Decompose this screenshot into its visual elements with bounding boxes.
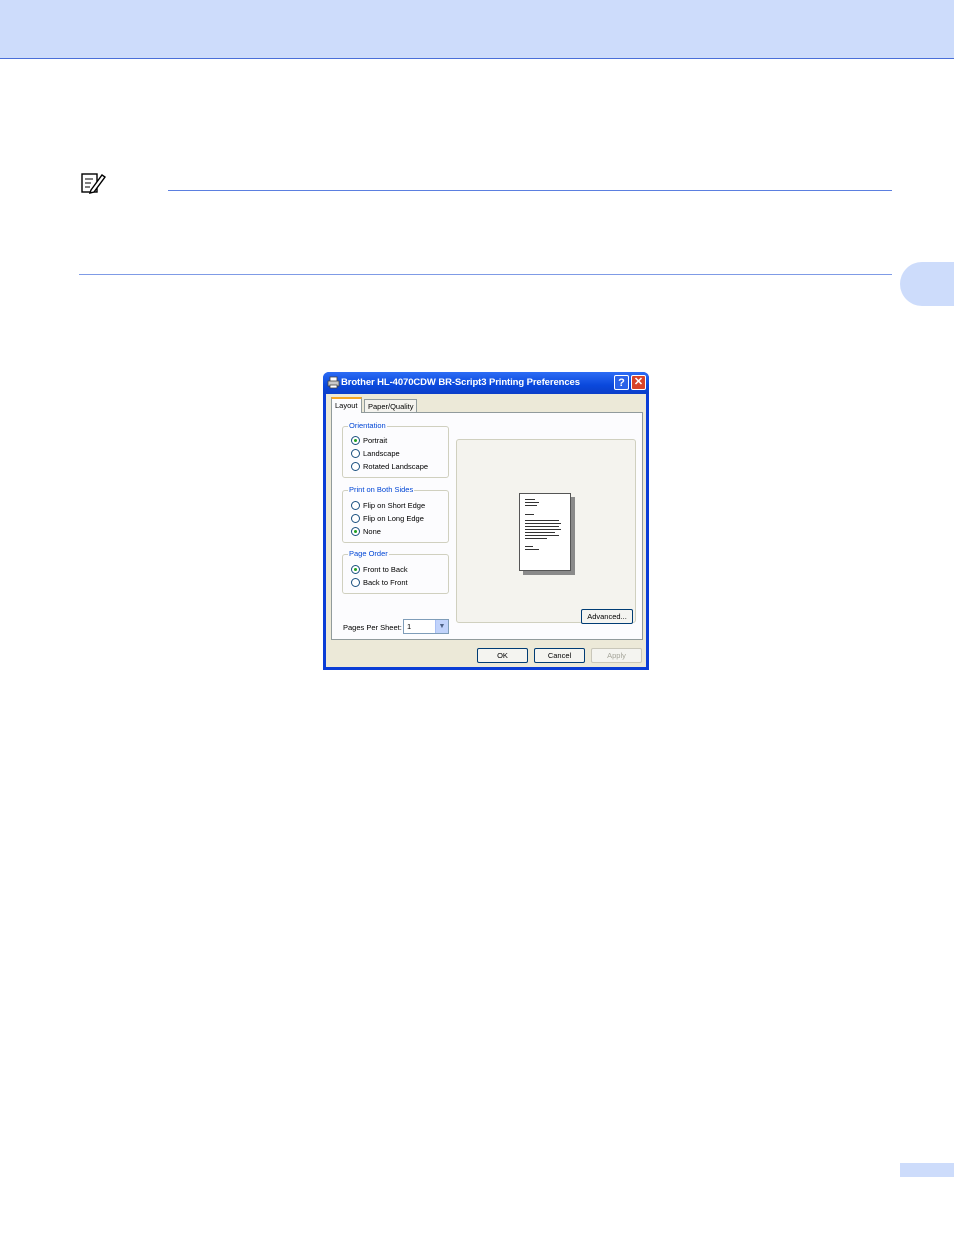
- radio-button[interactable]: [351, 462, 360, 471]
- radio-label: Landscape: [363, 449, 400, 458]
- preview-text-line: [525, 502, 539, 503]
- page-order-group: Page Order Front to Back Back to Front: [342, 549, 449, 594]
- orientation-group-title: Orientation: [348, 421, 387, 430]
- preview-page: [519, 493, 571, 571]
- preview-text-line: [525, 529, 561, 530]
- chapter-tab: [900, 262, 954, 306]
- pages-per-sheet-value: 1: [407, 622, 412, 631]
- print-both-sides-group-title: Print on Both Sides: [348, 485, 415, 494]
- dialog-title: Brother HL-4070CDW BR-Script3 Printing P…: [341, 377, 580, 388]
- printing-preferences-dialog: Brother HL-4070CDW BR-Script3 Printing P…: [323, 372, 649, 670]
- radio-label: Front to Back: [363, 565, 408, 574]
- printer-icon: [327, 376, 340, 389]
- radio-button[interactable]: [351, 578, 360, 587]
- dialog-body: Layout Paper/Quality Orientation Portrai…: [326, 394, 646, 667]
- preview-text-line: [525, 526, 559, 527]
- preview-text-line: [525, 514, 534, 515]
- preview-text-line: [525, 499, 535, 500]
- radio-label: Flip on Short Edge: [363, 501, 426, 510]
- radio-button[interactable]: [351, 436, 360, 445]
- help-button[interactable]: ?: [614, 375, 629, 390]
- ok-button[interactable]: OK: [477, 648, 528, 663]
- preview-text-line: [525, 535, 559, 536]
- print-both-sides-group: Print on Both Sides Flip on Short Edge F…: [342, 485, 449, 543]
- radio-button[interactable]: [351, 565, 360, 574]
- chevron-down-icon[interactable]: ▼: [435, 620, 448, 633]
- pages-per-sheet-select[interactable]: 1 ▼: [403, 619, 449, 634]
- pages-per-sheet-label: Pages Per Sheet:: [343, 623, 402, 632]
- apply-button[interactable]: Apply: [591, 648, 642, 663]
- page-preview: [456, 439, 636, 623]
- dialog-title-bar[interactable]: Brother HL-4070CDW BR-Script3 Printing P…: [323, 372, 649, 394]
- note-divider-bottom: [79, 274, 892, 275]
- radio-button[interactable]: [351, 449, 360, 458]
- radio-label: Back to Front: [363, 578, 408, 587]
- radio-button[interactable]: [351, 514, 360, 523]
- layout-tab-panel: Orientation Portrait Landscape Rotated L…: [331, 412, 643, 640]
- close-button[interactable]: ✕: [631, 375, 646, 390]
- preview-text-line: [525, 549, 539, 550]
- preview-text-line: [525, 546, 533, 547]
- note-pencil-icon: [81, 173, 106, 194]
- preview-text-line: [525, 532, 555, 533]
- page-header-band: [0, 0, 954, 59]
- cancel-button[interactable]: Cancel: [534, 648, 585, 663]
- radio-label: Flip on Long Edge: [363, 514, 424, 523]
- preview-text-line: [525, 523, 561, 524]
- tab-layout[interactable]: Layout: [331, 397, 362, 413]
- page-order-group-title: Page Order: [348, 549, 389, 558]
- radio-label: None: [363, 527, 381, 536]
- note-divider-top: [168, 190, 892, 191]
- radio-label: Rotated Landscape: [363, 462, 429, 471]
- orientation-group: Orientation Portrait Landscape Rotated L…: [342, 421, 449, 478]
- radio-label: Portrait: [363, 436, 388, 445]
- preview-text-line: [525, 538, 547, 539]
- tab-paper-quality[interactable]: Paper/Quality: [364, 399, 418, 413]
- preview-text-line: [525, 505, 537, 506]
- radio-button[interactable]: [351, 501, 360, 510]
- preview-text-line: [525, 520, 559, 521]
- radio-button[interactable]: [351, 527, 360, 536]
- page-number-tab: [900, 1163, 954, 1177]
- advanced-button[interactable]: Advanced...: [581, 609, 633, 624]
